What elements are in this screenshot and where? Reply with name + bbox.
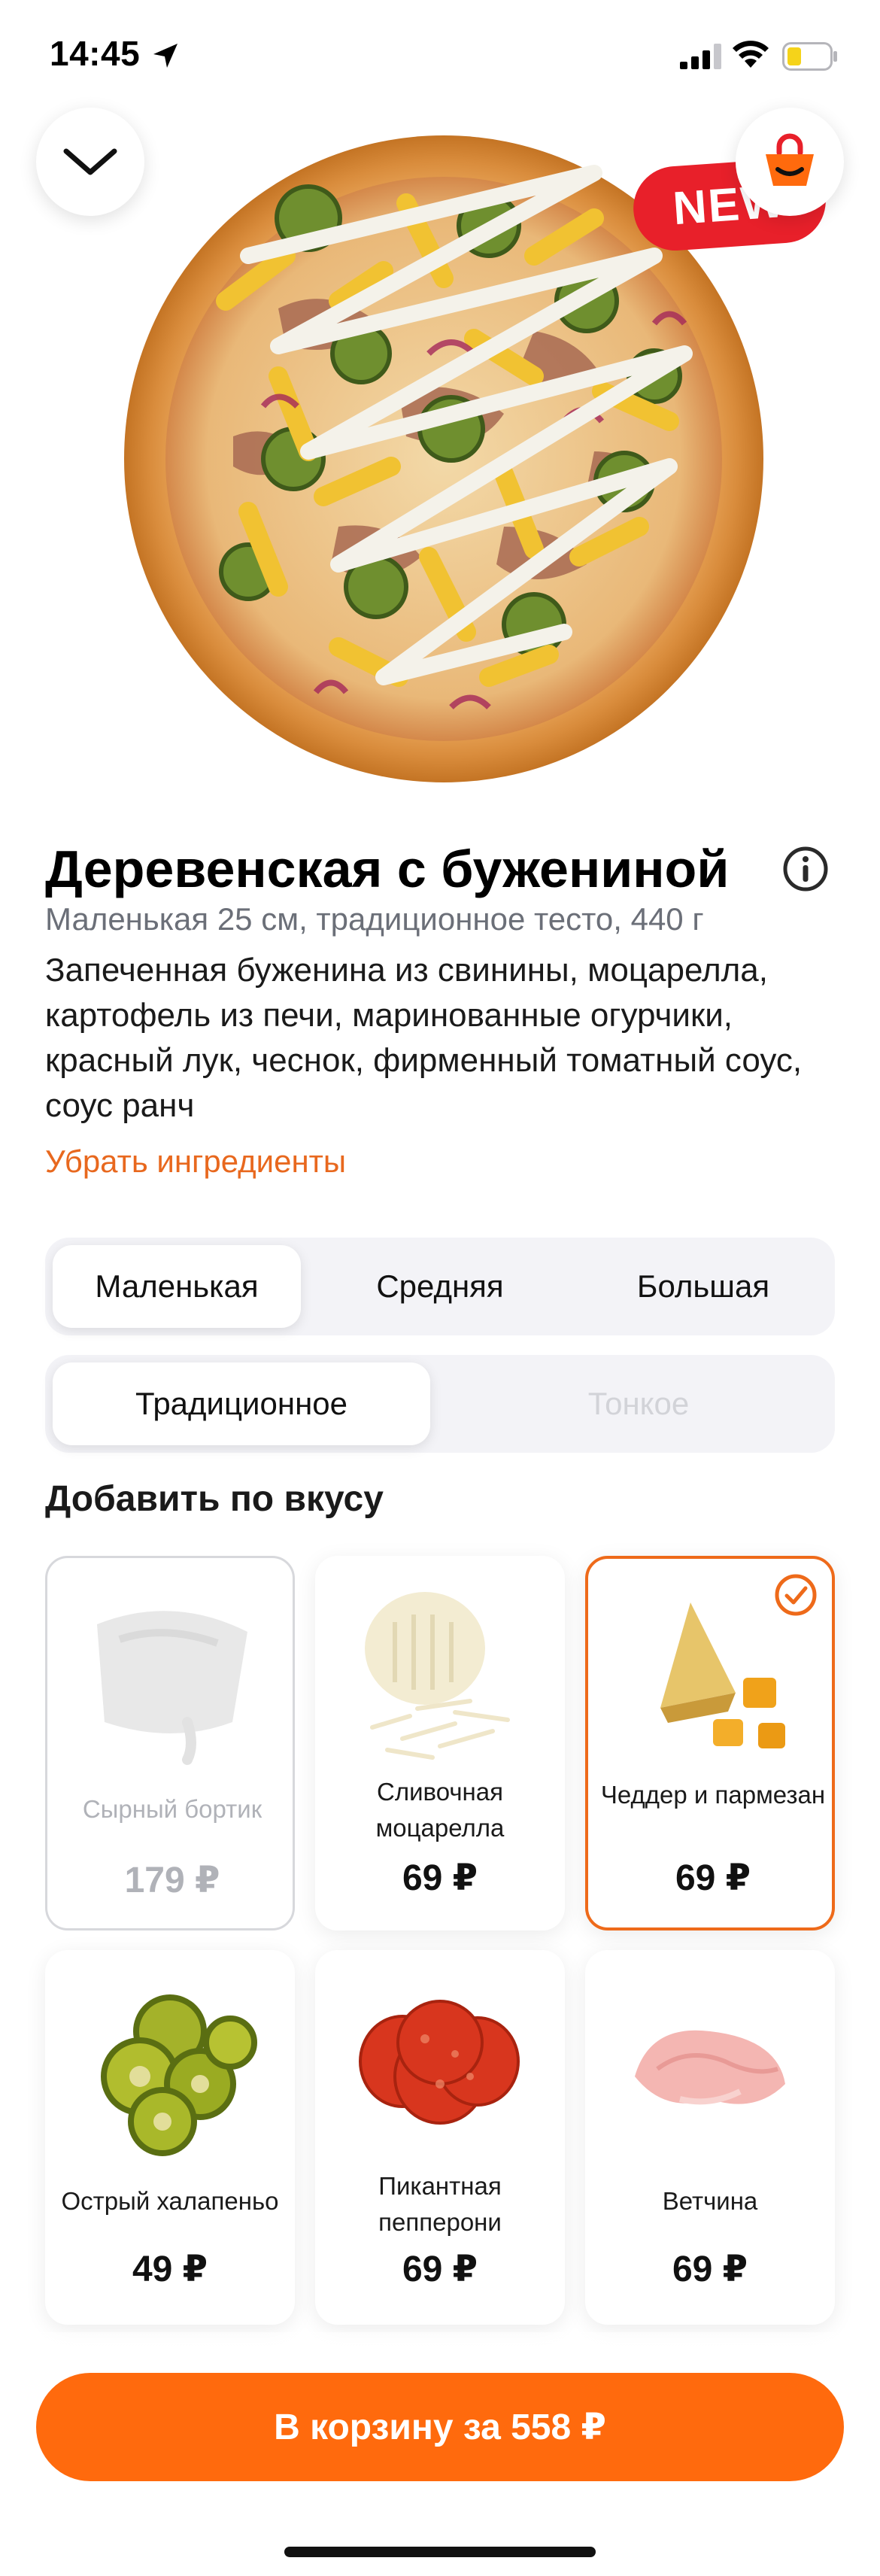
topping-name: Пикантная пепперони: [378, 2172, 502, 2236]
dough-option-traditional[interactable]: Традиционное: [53, 1362, 430, 1445]
status-time: 14:45: [50, 34, 141, 73]
topping-price: 49 ₽: [132, 2249, 208, 2289]
product-title: Деревенская с бужениной: [45, 840, 730, 898]
topping-name: Сырный бортик: [82, 1795, 262, 1823]
topping-card-jalapeno[interactable]: Острый халапеньо 49 ₽: [45, 1950, 295, 2325]
topping-card-pepperoni[interactable]: Пикантная пепперони 69 ₽: [315, 1950, 565, 2325]
chevron-down-icon: [63, 148, 117, 175]
wifi-icon: [733, 41, 769, 68]
topping-name: Ветчина: [662, 2187, 758, 2215]
topping-price: 69 ₽: [672, 2249, 748, 2289]
home-indicator: [284, 2547, 596, 2557]
product-title-row: Деревенская с бужениной: [45, 835, 842, 903]
topping-name: Сливочная моцарелла: [375, 1778, 505, 1842]
topping-price: 179 ₽: [124, 1861, 220, 1900]
topping-price: 69 ₽: [402, 2249, 478, 2289]
topping-name: Острый халапеньо: [61, 2187, 279, 2215]
shopping-bag-icon: [766, 133, 814, 186]
topping-card-ham[interactable]: Ветчина 69 ₽: [585, 1950, 835, 2325]
add-to-cart-button[interactable]: В корзину за 558 ₽: [36, 2373, 844, 2481]
product-description: Запеченная буженина из свинины, моцарелл…: [45, 952, 803, 1124]
close-button[interactable]: [36, 108, 144, 216]
topping-card-cheese-crust: Сырный бортик 179 ₽: [45, 1556, 295, 1930]
jalapeno-image: [101, 1994, 257, 2156]
info-icon[interactable]: [782, 846, 829, 892]
toppings-section-title: Добавить по вкусу: [45, 1479, 384, 1519]
location-arrow-icon: [153, 44, 178, 68]
cheddar-parmesan-image: [660, 1602, 785, 1748]
mozzarella-image: [365, 1592, 510, 1760]
battery-icon: [782, 42, 837, 71]
cheese-crust-image: [97, 1611, 247, 1765]
topping-card-cheddar-parmesan[interactable]: Чеддер и пармезан 69 ₽: [585, 1556, 835, 1930]
dough-option-thin: Тонкое: [587, 1386, 690, 1421]
status-bar: 14:45: [0, 0, 880, 105]
topping-price: 69 ₽: [402, 1858, 478, 1898]
size-selector: Маленькая Средняя Большая: [45, 1238, 835, 1335]
dough-selector: Традиционное Тонкое: [45, 1355, 835, 1453]
size-option-large[interactable]: Большая: [579, 1245, 827, 1328]
product-subtitle: Маленькая 25 см, традиционное тесто, 440…: [45, 901, 704, 937]
signal-icon: [680, 44, 721, 69]
topping-name: Чеддер и пармезан: [600, 1781, 826, 1809]
size-option-medium[interactable]: Средняя: [316, 1245, 564, 1328]
ham-image: [635, 2030, 785, 2105]
topping-price: 69 ₽: [675, 1858, 751, 1898]
size-option-small[interactable]: Маленькая: [53, 1245, 301, 1328]
pepperoni-image: [359, 2000, 520, 2125]
topping-card-mozzarella[interactable]: Сливочная моцарелла 69 ₽: [315, 1556, 565, 1930]
remove-ingredients-link[interactable]: Убрать ингредиенты: [45, 1144, 346, 1180]
cart-button[interactable]: [736, 108, 844, 216]
